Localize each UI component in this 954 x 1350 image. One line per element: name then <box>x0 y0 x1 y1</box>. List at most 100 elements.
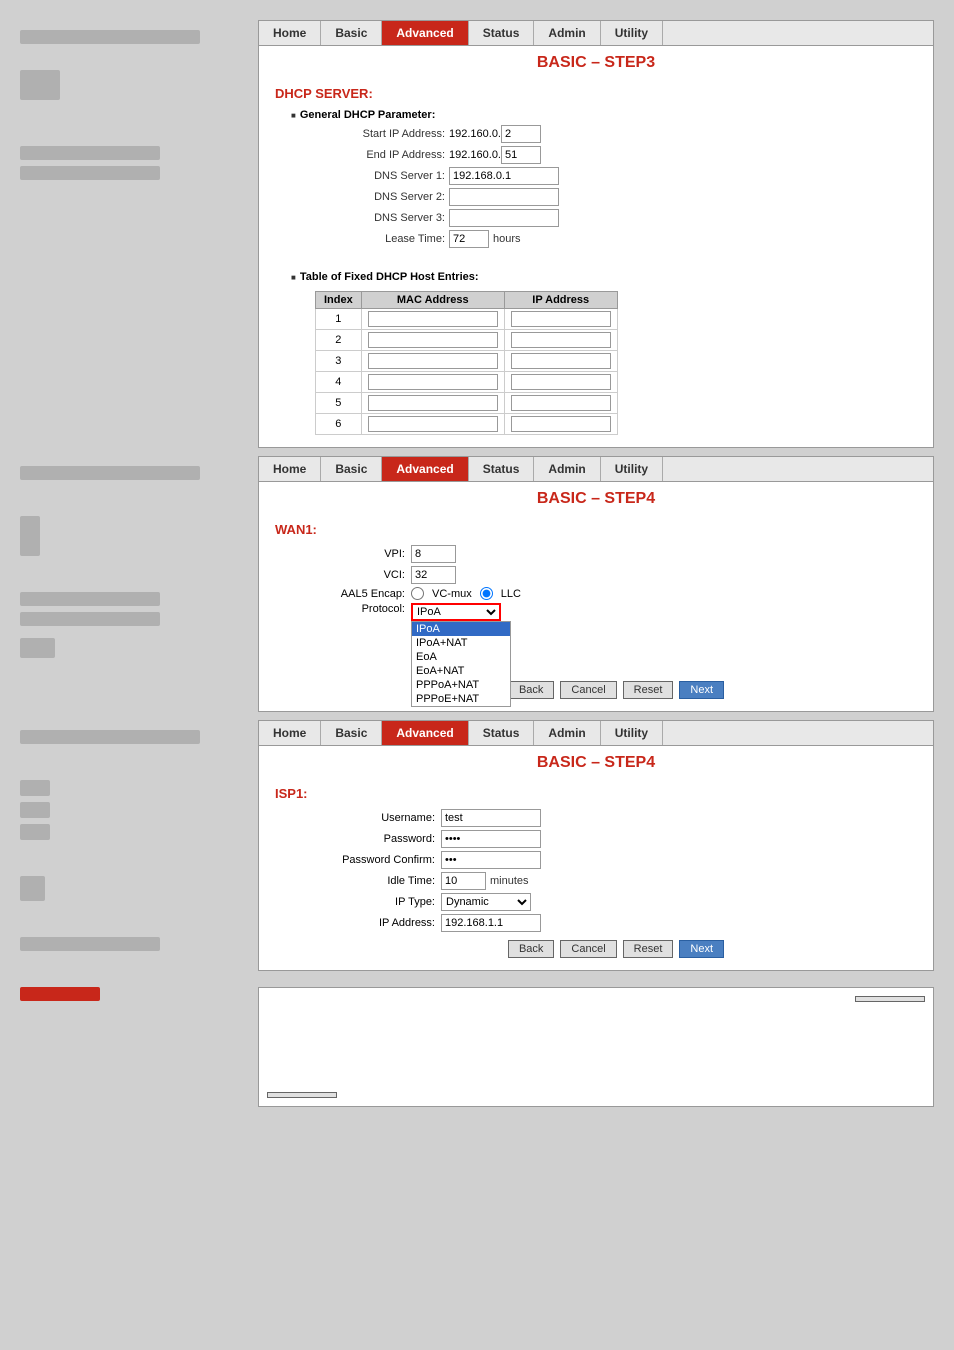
nav-admin-1[interactable]: Admin <box>534 21 600 45</box>
end-ip-prefix: 192.160.0. <box>449 149 501 161</box>
start-ip-label: Start IP Address: <box>315 128 445 140</box>
dd-ipoa[interactable]: IPoA <box>412 622 510 636</box>
bottom-left-btn-area <box>267 1092 925 1098</box>
vci-input[interactable] <box>411 566 456 584</box>
dd-ipoa-nat[interactable]: IPoA+NAT <box>412 636 510 650</box>
mac-input-3[interactable] <box>368 353 498 369</box>
ip-addr-row: IP Address: <box>315 914 917 932</box>
reset-btn-2[interactable]: Reset <box>623 681 674 699</box>
subsection-title-2: Table of Fixed DHCP Host Entries: <box>291 271 917 283</box>
lease-input[interactable] <box>449 230 489 248</box>
table-cell-mac <box>361 393 504 414</box>
table-cell-ip <box>504 393 617 414</box>
ip-input-2[interactable] <box>511 332 611 348</box>
end-ip-input[interactable] <box>501 146 541 164</box>
sidebar-box-p3 <box>20 876 45 901</box>
ip-input-3[interactable] <box>511 353 611 369</box>
sidebar-bar-p2-3 <box>20 612 160 626</box>
nav-status-3[interactable]: Status <box>469 721 535 745</box>
nav-home-2[interactable]: Home <box>259 457 321 481</box>
nav-admin-2[interactable]: Admin <box>534 457 600 481</box>
nav-utility-3[interactable]: Utility <box>601 721 663 745</box>
bottom-left-btn[interactable] <box>267 1092 337 1098</box>
dd-eoa-nat[interactable]: EoA+NAT <box>412 664 510 678</box>
ip-input-1[interactable] <box>511 311 611 327</box>
sidebar-bar-p3-2 <box>20 937 160 951</box>
back-btn-3[interactable]: Back <box>508 940 554 958</box>
password-input[interactable] <box>441 830 541 848</box>
back-btn-2[interactable]: Back <box>508 681 554 699</box>
dd-pppoa-nat[interactable]: PPPoA+NAT <box>412 678 510 692</box>
mac-input-4[interactable] <box>368 374 498 390</box>
nav-status-2[interactable]: Status <box>469 457 535 481</box>
table-cell-ip <box>504 372 617 393</box>
lease-row: Lease Time: hours <box>315 230 917 248</box>
nav-advanced-1[interactable]: Advanced <box>382 21 468 45</box>
password-confirm-input[interactable] <box>441 851 541 869</box>
sidebar-panel1 <box>20 20 250 448</box>
protocol-row: Protocol: IPoA IPoA+NAT EoA EoA+NAT PPPo… <box>315 603 917 621</box>
page-title-2: BASIC – STEP4 <box>259 482 933 514</box>
ip-addr-label: IP Address: <box>315 917 435 929</box>
protocol-select[interactable]: IPoA IPoA+NAT EoA EoA+NAT PPPoA+NAT PPPo… <box>411 603 501 621</box>
nav-advanced-3[interactable]: Advanced <box>382 721 468 745</box>
mac-input-1[interactable] <box>368 311 498 327</box>
ip-addr-input[interactable] <box>441 914 541 932</box>
nav-basic-2[interactable]: Basic <box>321 457 382 481</box>
username-input[interactable] <box>441 809 541 827</box>
cancel-btn-3[interactable]: Cancel <box>560 940 616 958</box>
idle-time-input[interactable] <box>441 872 486 890</box>
dns2-label: DNS Server 2: <box>315 191 445 203</box>
idle-time-label: Idle Time: <box>315 875 435 887</box>
start-ip-input[interactable] <box>501 125 541 143</box>
table-cell-mac <box>361 330 504 351</box>
mac-input-2[interactable] <box>368 332 498 348</box>
bottom-right-btn[interactable] <box>855 996 925 1002</box>
table-row: 6 <box>316 414 618 435</box>
reset-btn-3[interactable]: Reset <box>623 940 674 958</box>
nav-home-3[interactable]: Home <box>259 721 321 745</box>
password-label: Password: <box>315 833 435 845</box>
table-row: 3 <box>316 351 618 372</box>
mac-input-5[interactable] <box>368 395 498 411</box>
bottom-right-content <box>258 987 934 1107</box>
sidebar-small-box-p2 <box>20 638 55 658</box>
end-ip-label: End IP Address: <box>315 149 445 161</box>
table-row: 5 <box>316 393 618 414</box>
cancel-btn-2[interactable]: Cancel <box>560 681 616 699</box>
nav-admin-3[interactable]: Admin <box>534 721 600 745</box>
vci-label: VCI: <box>315 569 405 581</box>
nav-utility-1[interactable]: Utility <box>601 21 663 45</box>
ip-input-4[interactable] <box>511 374 611 390</box>
ip-input-5[interactable] <box>511 395 611 411</box>
dd-pppoe-nat[interactable]: PPPoE+NAT <box>412 692 510 706</box>
next-btn-3[interactable]: Next <box>679 940 724 958</box>
nav-basic-3[interactable]: Basic <box>321 721 382 745</box>
next-btn-2[interactable]: Next <box>679 681 724 699</box>
username-label: Username: <box>315 812 435 824</box>
nav-basic-1[interactable]: Basic <box>321 21 382 45</box>
sidebar-bar-p2-1 <box>20 466 200 480</box>
nav-utility-2[interactable]: Utility <box>601 457 663 481</box>
dns2-input[interactable] <box>449 188 559 206</box>
panel2: Home Basic Advanced Status Admin Utility… <box>258 456 934 712</box>
nav-home-1[interactable]: Home <box>259 21 321 45</box>
nav-status-1[interactable]: Status <box>469 21 535 45</box>
mac-input-6[interactable] <box>368 416 498 432</box>
sidebar-panel2 <box>20 456 250 712</box>
aal5-vc-mux-label: VC-mux <box>432 588 472 600</box>
start-ip-prefix: 192.160.0. <box>449 128 501 140</box>
ip-input-6[interactable] <box>511 416 611 432</box>
dns3-input[interactable] <box>449 209 559 227</box>
aal5-llc-radio[interactable] <box>480 587 493 600</box>
nav-bar-3: Home Basic Advanced Status Admin Utility <box>259 721 933 746</box>
sidebar-bar-1 <box>20 30 200 44</box>
vpi-input[interactable] <box>411 545 456 563</box>
aal5-vc-mux-radio[interactable] <box>411 587 424 600</box>
dns1-input[interactable] <box>449 167 559 185</box>
dhcp-table: Index MAC Address IP Address 1 2 3 4 <box>315 291 618 435</box>
nav-advanced-2[interactable]: Advanced <box>382 457 468 481</box>
ip-type-select[interactable]: Dynamic Static <box>441 893 531 911</box>
dd-eoa[interactable]: EoA <box>412 650 510 664</box>
password-confirm-label: Password Confirm: <box>315 854 435 866</box>
